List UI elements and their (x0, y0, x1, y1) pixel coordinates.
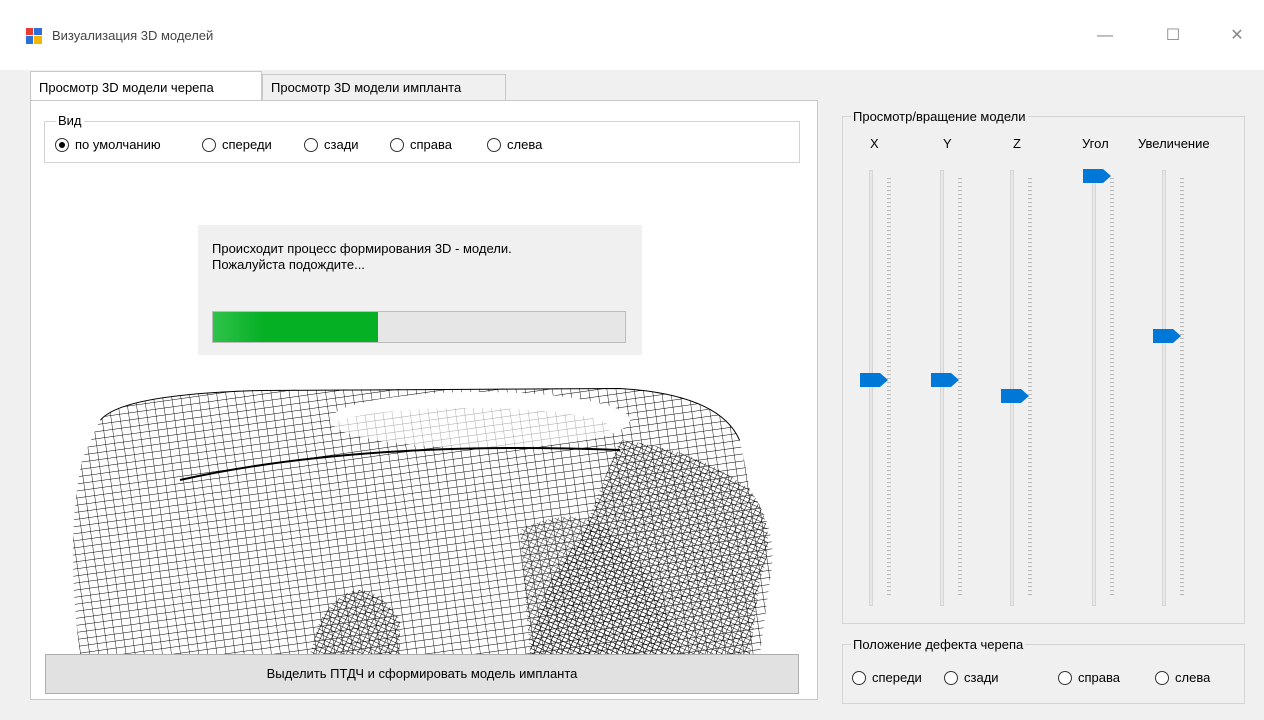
radio-view-default[interactable]: по умолчанию (55, 137, 161, 152)
slider-thumb-0[interactable] (860, 373, 888, 387)
close-button[interactable]: ✕ (1214, 16, 1260, 56)
defect-group-label: Положение дефекта черепа (851, 637, 1026, 652)
tab-skull-model[interactable]: Просмотр 3D модели черепа (30, 71, 262, 101)
slider-ticks-3 (1110, 178, 1114, 598)
radio-defect-front[interactable]: спереди (852, 670, 922, 685)
slider-label-2: Z (1013, 136, 1021, 151)
radio-view-left[interactable]: слева (487, 137, 542, 152)
progress-bar (212, 311, 626, 343)
slider-thumb-1[interactable] (931, 373, 959, 387)
rotation-group-label: Просмотр/вращение модели (851, 109, 1028, 124)
slider-thumb-4[interactable] (1153, 329, 1181, 343)
slider-ticks-1 (958, 178, 962, 598)
slider-track-4[interactable] (1162, 170, 1166, 606)
slider-track-0[interactable] (869, 170, 873, 606)
slider-label-3: Угол (1082, 136, 1109, 151)
radio-defect-right[interactable]: справа (1058, 670, 1120, 685)
slider-track-1[interactable] (940, 170, 944, 606)
rotation-group (842, 116, 1245, 624)
window-title: Визуализация 3D моделей (52, 28, 214, 43)
progress-bar-fill (213, 312, 378, 342)
slider-ticks-2 (1028, 178, 1032, 598)
minimize-button[interactable]: — (1082, 16, 1128, 56)
radio-defect-left[interactable]: слева (1155, 670, 1210, 685)
slider-track-3[interactable] (1092, 170, 1096, 606)
radio-circle (304, 137, 318, 152)
radio-defect-back[interactable]: сзади (944, 670, 999, 685)
tab-implant-model[interactable]: Просмотр 3D модели импланта (262, 74, 506, 100)
radio-circle (1155, 670, 1169, 685)
app-window-icon (26, 28, 42, 44)
slider-track-2[interactable] (1010, 170, 1014, 606)
extract-defect-button[interactable]: Выделить ПТДЧ и сформировать модель импл… (45, 654, 799, 694)
radio-view-back[interactable]: сзади (304, 137, 359, 152)
radio-view-front[interactable]: спереди (202, 137, 272, 152)
slider-ticks-0 (887, 178, 891, 598)
slider-thumb-3[interactable] (1083, 169, 1111, 183)
view-group-label: Вид (56, 113, 84, 128)
slider-label-1: Y (943, 136, 952, 151)
skull-wireframe-render (72, 388, 773, 654)
radio-circle (487, 137, 501, 152)
slider-thumb-2[interactable] (1001, 389, 1029, 403)
radio-view-right[interactable]: справа (390, 137, 452, 152)
radio-circle (1058, 670, 1072, 685)
progress-wait-text: Пожалуйста подождите... (212, 257, 365, 272)
progress-message: Происходит процесс формирования 3D - мод… (212, 241, 512, 256)
radio-circle (852, 670, 866, 685)
slider-ticks-4 (1180, 178, 1184, 598)
radio-circle (202, 137, 216, 152)
slider-label-0: X (870, 136, 879, 151)
maximize-button[interactable]: ☐ (1150, 16, 1196, 56)
radio-circle (55, 137, 69, 152)
radio-circle (390, 137, 404, 152)
radio-circle (944, 670, 958, 685)
slider-label-4: Увеличение (1138, 136, 1210, 151)
